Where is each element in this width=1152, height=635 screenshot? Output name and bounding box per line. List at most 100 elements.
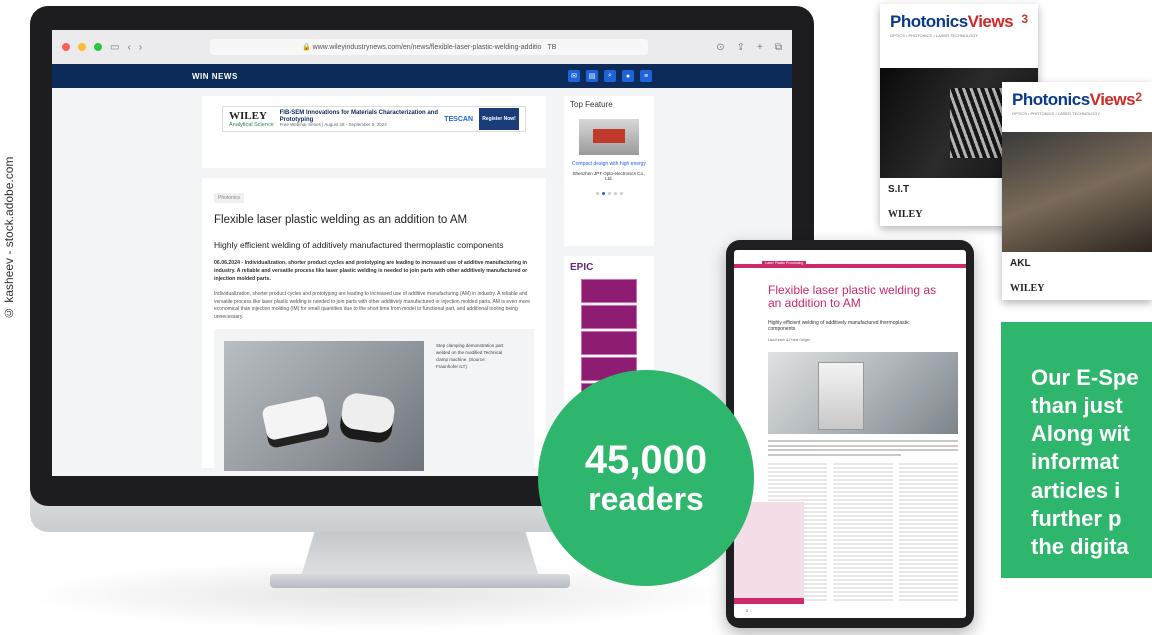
epic-ad-tile	[581, 305, 637, 329]
tablet-article-lead	[768, 440, 958, 458]
download-icon[interactable]: ⊙	[716, 42, 724, 53]
carousel-dot[interactable]	[595, 192, 599, 196]
monitor-stand	[300, 532, 540, 580]
browser-toolbar: ▭ ‹ › 🔒 www.wileyindustrynews.com/en/new…	[52, 30, 792, 64]
top-feature-heading: Top Feature	[570, 100, 613, 109]
promo-line: articles i	[1031, 477, 1121, 503]
promo-box: Our E-Spe than just Along wit informat a…	[1001, 322, 1152, 578]
magazine-title: PhotonicsViews	[1012, 90, 1142, 110]
carousel-dots	[570, 192, 648, 196]
maximize-window-button[interactable]	[94, 43, 102, 51]
magazine-footer: AKL WILEY	[1002, 252, 1152, 300]
ad-register-button[interactable]: Register Now!	[479, 108, 519, 130]
promo-line: the digita	[1031, 533, 1129, 559]
top-feature-card: Top Feature Compact design with high ene…	[564, 96, 654, 246]
article-lead: 06.06.2024 - Individualization, shorter …	[214, 260, 528, 282]
promo-line: Along wit	[1031, 421, 1130, 447]
magazine-title: PhotonicsViews	[890, 12, 1028, 32]
ad-brand: WILEY	[229, 109, 267, 122]
lock-icon: 🔒	[301, 44, 313, 51]
magazine-title-part2: Views	[967, 12, 1014, 31]
newsletter-icon[interactable]: ✉	[568, 70, 580, 82]
forward-icon[interactable]: ›	[139, 42, 142, 53]
search-icon[interactable]: ⌕	[604, 70, 616, 82]
top-feature-company: Shenzhen JPT Opto-electronics Co., Ltd.	[572, 170, 646, 182]
readers-count: 45,000	[584, 438, 708, 483]
magazine-icon[interactable]: ▤	[586, 70, 598, 82]
top-feature-link[interactable]: Compact design with high energy	[570, 161, 648, 168]
tablet: Laser Plastic Processing Flexible laser …	[726, 240, 974, 628]
tablet-article-image	[768, 352, 958, 434]
main-content: WILEY Analytical Science FIB-SEM Innovat…	[202, 96, 546, 476]
carousel-dot-active[interactable]	[601, 192, 605, 196]
zoom-text: TB	[547, 43, 557, 51]
text-line	[768, 449, 958, 451]
ad-analytical: Analytical Science	[229, 121, 274, 128]
readers-badge: 45,000 readers	[538, 370, 754, 586]
article-tag[interactable]: Photonics	[214, 193, 244, 203]
magazine-cover-2: 2 PhotonicsViews OPTICS • PHOTONICS • LA…	[1002, 82, 1152, 300]
address-bar[interactable]: 🔒 www.wileyindustrynews.com/en/news/flex…	[210, 39, 649, 55]
text-line	[768, 453, 901, 456]
tabs-overview-icon[interactable]: ⧉	[775, 42, 782, 53]
url-text: www.wileyindustrynews.com/en/news/flexib…	[312, 43, 542, 51]
ad-sponsor: TESCAN	[444, 115, 473, 123]
photo-credit: © kasheev - stock.adobe.com	[2, 156, 16, 320]
article-figure: Step clamping demonstration part welded …	[214, 329, 534, 476]
text-column	[833, 462, 893, 602]
monitor-stand-base	[270, 574, 570, 588]
article-image[interactable]	[224, 341, 424, 472]
carousel-dot[interactable]	[607, 192, 611, 196]
tablet-section-label: Laser Plastic Processing	[762, 261, 807, 265]
article: Photonics Flexible laser plastic welding…	[202, 178, 546, 476]
magazine-title-part1: Photonics	[1012, 90, 1090, 109]
close-window-button[interactable]	[62, 43, 70, 51]
menu-icon[interactable]: ≡	[640, 70, 652, 82]
carousel-dot[interactable]	[619, 192, 623, 196]
ad-banner[interactable]: WILEY Analytical Science FIB-SEM Innovat…	[222, 106, 526, 132]
ad-container: WILEY Analytical Science FIB-SEM Innovat…	[202, 96, 546, 168]
tablet-page-number: 2	[746, 608, 749, 613]
magazine-title-part2: Views	[1089, 90, 1136, 109]
tablet-infobox-bar	[734, 598, 804, 604]
promo-line: than just	[1031, 393, 1123, 419]
magazine-footer-brand: AKL	[1010, 258, 1031, 269]
epic-ad-tile	[581, 331, 637, 355]
promo-line: Our E-Spe	[1031, 365, 1139, 390]
magazine-cover-image	[1002, 132, 1152, 252]
sidebar-toggle-icon[interactable]: ▭	[110, 42, 119, 53]
text-line	[768, 440, 958, 442]
text-column	[898, 462, 958, 602]
ad-subline: Free Webinar Series | August 28 - Septem…	[279, 122, 387, 128]
article-title: Flexible laser plastic welding as an add…	[214, 214, 468, 226]
tablet-article-subtitle: Highly efficient welding of additively m…	[768, 320, 910, 332]
new-tab-icon[interactable]: +	[757, 42, 763, 53]
promo-line: informat	[1031, 449, 1119, 475]
top-feature-image[interactable]	[579, 119, 639, 155]
welded-part-image	[261, 395, 329, 442]
site-logo[interactable]: WIN NEWS	[192, 72, 238, 81]
article-subtitle: Highly efficient welding of additively m…	[214, 240, 504, 250]
article-image-caption: Step clamping demonstration part welded …	[436, 343, 504, 369]
magazine-publisher: WILEY	[1010, 283, 1045, 294]
magazine-issue-number: 2	[1135, 90, 1142, 104]
minimize-window-button[interactable]	[78, 43, 86, 51]
carousel-dot[interactable]	[613, 192, 617, 196]
tablet-article-title: Flexible laser plastic welding as an add…	[768, 283, 937, 310]
epic-ad-tile	[581, 279, 637, 303]
text-line	[768, 444, 958, 447]
article-body: Individualization, shorter product cycle…	[214, 291, 530, 320]
tablet-screen: Laser Plastic Processing Flexible laser …	[734, 250, 966, 618]
magazine-title-part1: Photonics	[890, 12, 968, 31]
site-header: WIN NEWS ✉ ▤ ⌕ ● ≡	[52, 64, 792, 88]
magazine-tagline: OPTICS • PHOTONICS • LASER TECHNOLOGY	[890, 33, 979, 38]
share-icon[interactable]: ⇪	[737, 42, 745, 53]
tablet-article-authors: Lisa Kesch & Frank Geiger	[768, 338, 810, 342]
magazine-tagline: OPTICS • PHOTONICS • LASER TECHNOLOGY	[1012, 111, 1101, 116]
back-icon[interactable]: ‹	[127, 42, 130, 53]
magazine-issue-number: 3	[1021, 12, 1028, 26]
epic-logo: EPIC	[570, 262, 594, 273]
user-icon[interactable]: ●	[622, 70, 634, 82]
promo-line: further p	[1031, 505, 1122, 531]
readers-label: readers	[588, 481, 704, 518]
